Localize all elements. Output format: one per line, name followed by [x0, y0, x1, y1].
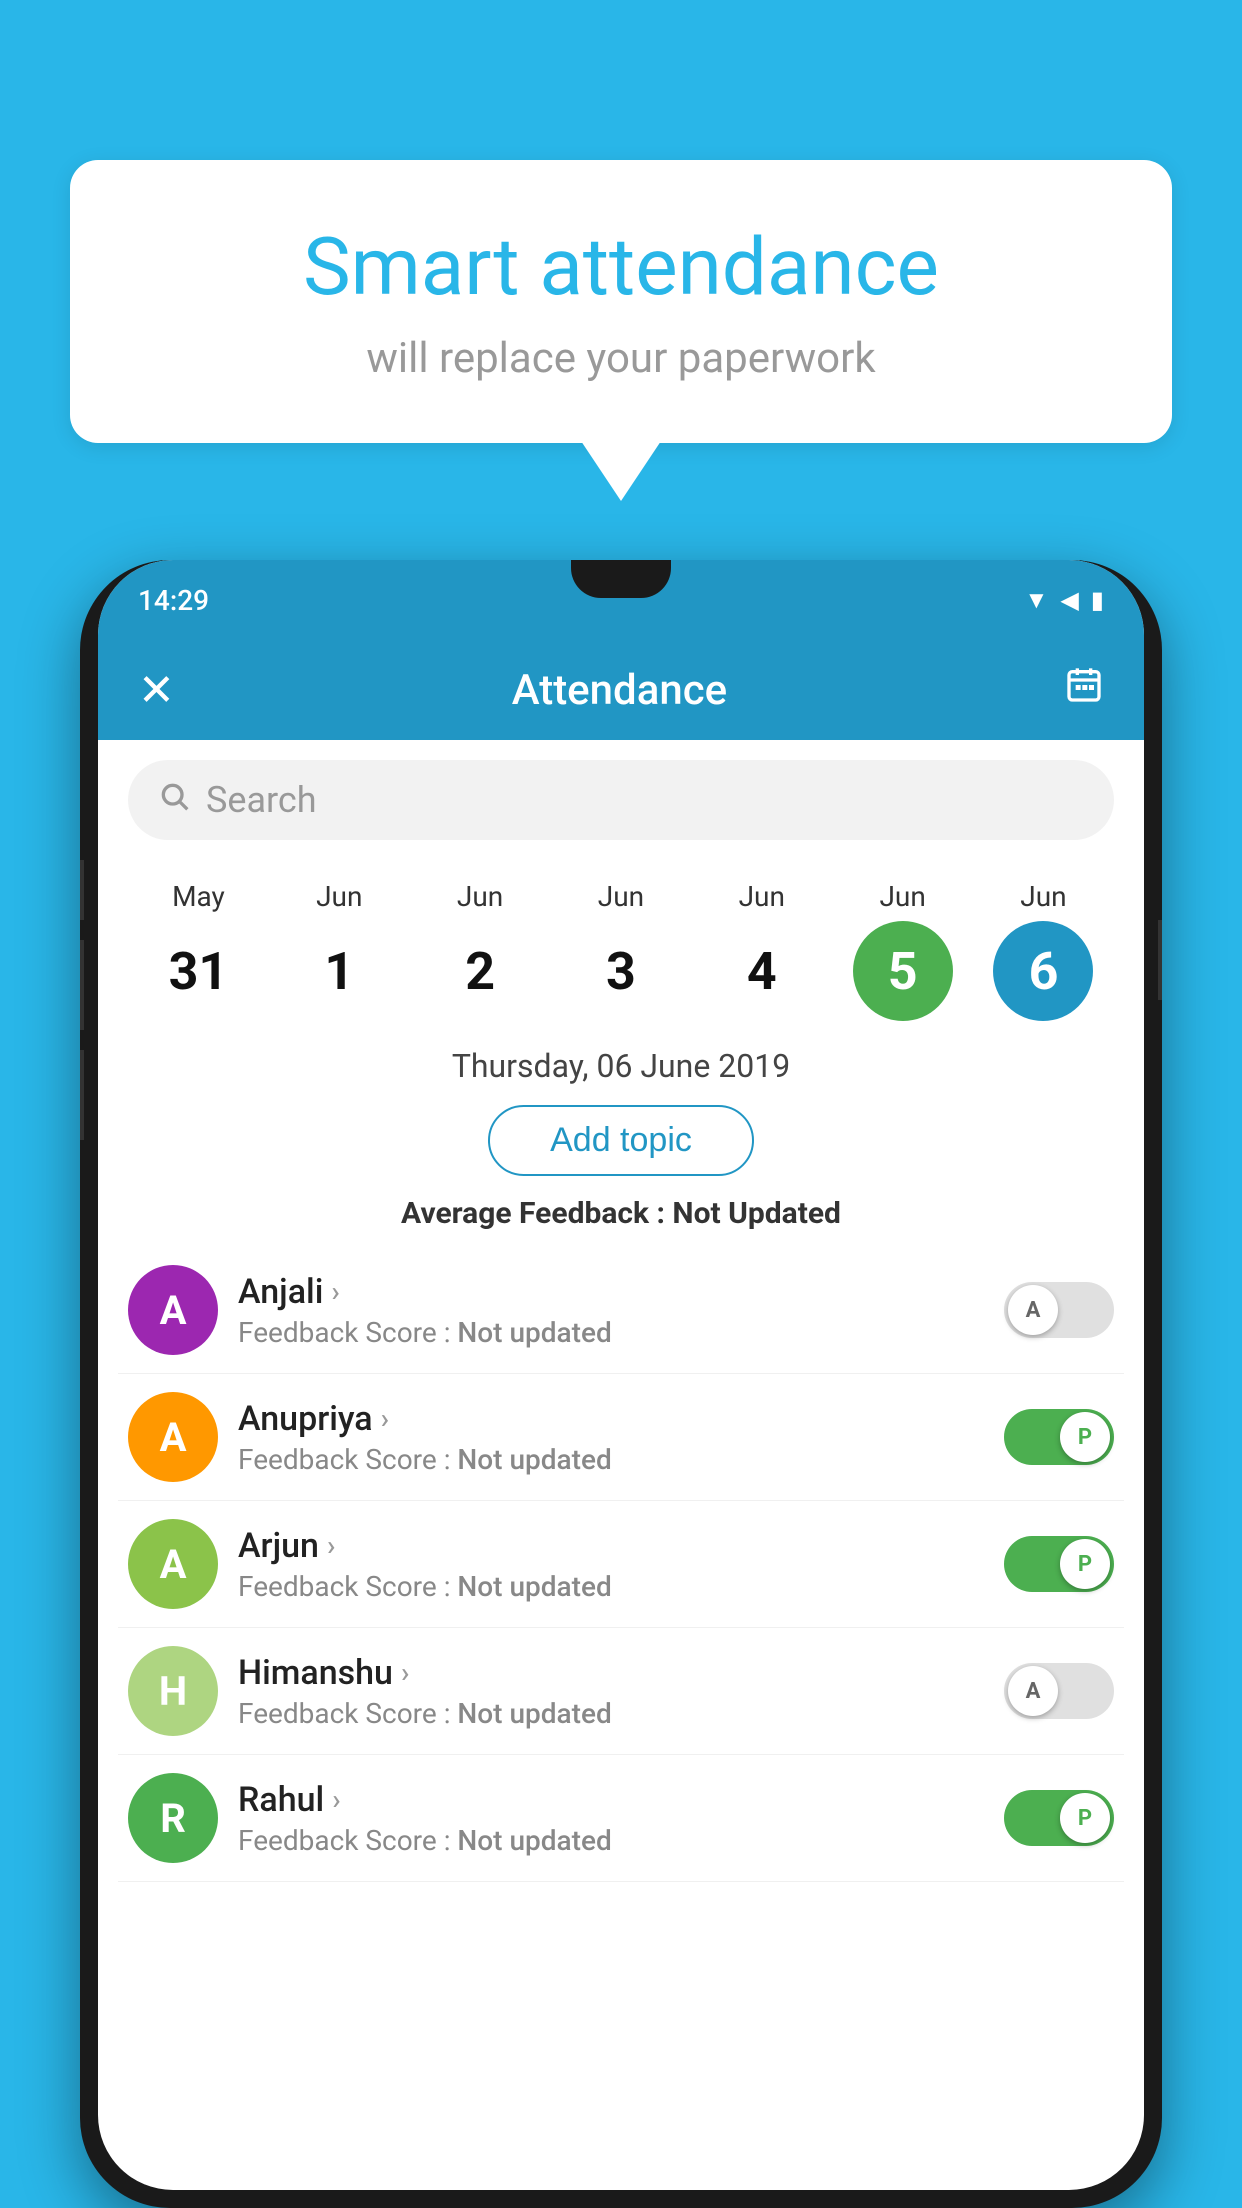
toggle-container: P	[1004, 1790, 1114, 1846]
student-feedback: Feedback Score : Not updated	[238, 1443, 984, 1476]
calendar-day-0[interactable]: May 31	[148, 880, 248, 1021]
student-feedback: Feedback Score : Not updated	[238, 1824, 984, 1857]
calendar-button[interactable]	[1064, 665, 1104, 715]
search-input-container[interactable]: Search	[128, 760, 1114, 840]
student-name: Himanshu›	[238, 1653, 984, 1693]
cal-date: 2	[430, 921, 530, 1021]
speech-bubble: Smart attendance will replace your paper…	[70, 160, 1172, 443]
calendar-day-2[interactable]: Jun 2	[430, 880, 530, 1021]
student-name: Arjun›	[238, 1526, 984, 1566]
wifi-icon: ▼	[1025, 586, 1049, 615]
student-name: Anjali›	[238, 1272, 984, 1312]
cal-date: 5	[853, 921, 953, 1021]
student-feedback: Feedback Score : Not updated	[238, 1570, 984, 1603]
add-topic-button[interactable]: Add topic	[488, 1105, 754, 1176]
cal-month: Jun	[316, 880, 362, 913]
cal-date: 6	[993, 921, 1093, 1021]
status-time: 14:29	[138, 584, 209, 617]
header-title: Attendance	[512, 666, 727, 715]
signal-icon: ◀	[1060, 586, 1078, 614]
student-avatar: R	[128, 1773, 218, 1863]
avg-feedback-value: Not Updated	[672, 1196, 841, 1231]
search-icon	[158, 780, 190, 820]
student-avatar: A	[128, 1519, 218, 1609]
calendar-day-5[interactable]: Jun 5	[853, 880, 953, 1021]
student-info: Anjali› Feedback Score : Not updated	[238, 1272, 984, 1349]
phone-side-btn-right	[1158, 920, 1162, 1000]
student-item[interactable]: R Rahul› Feedback Score : Not updated P	[118, 1755, 1124, 1882]
cal-date: 31	[148, 921, 248, 1021]
toggle-container: P	[1004, 1409, 1114, 1465]
avg-feedback: Average Feedback : Not Updated	[98, 1186, 1144, 1247]
attendance-toggle[interactable]: P	[1004, 1409, 1114, 1465]
toggle-container: A	[1004, 1282, 1114, 1338]
toggle-thumb: P	[1060, 1539, 1110, 1589]
speech-bubble-container: Smart attendance will replace your paper…	[70, 160, 1172, 501]
phone-side-btn-left2	[80, 940, 84, 1030]
student-item[interactable]: H Himanshu› Feedback Score : Not updated A	[118, 1628, 1124, 1755]
student-item[interactable]: A Anjali› Feedback Score : Not updated A	[118, 1247, 1124, 1374]
student-list: AAnjali›Feedback Score : Not updatedAAAn…	[98, 1247, 1144, 1882]
cal-month: Jun	[598, 880, 644, 913]
phone-frame: 14:29 ▼ ◀ ▮ ✕ Attendance	[80, 560, 1162, 2208]
calendar-day-3[interactable]: Jun 3	[571, 880, 671, 1021]
status-bar: 14:29 ▼ ◀ ▮	[98, 560, 1144, 640]
attendance-toggle[interactable]: P	[1004, 1536, 1114, 1592]
toggle-container: P	[1004, 1536, 1114, 1592]
speech-bubble-subtitle: will replace your paperwork	[150, 334, 1092, 383]
avg-feedback-label: Average Feedback :	[401, 1196, 672, 1231]
toggle-container: A	[1004, 1663, 1114, 1719]
student-avatar: A	[128, 1392, 218, 1482]
status-icons: ▼ ◀ ▮	[1025, 586, 1104, 615]
student-item[interactable]: A Anupriya› Feedback Score : Not updated P	[118, 1374, 1124, 1501]
app-header: ✕ Attendance	[98, 640, 1144, 740]
attendance-toggle[interactable]: A	[1004, 1282, 1114, 1338]
student-avatar: H	[128, 1646, 218, 1736]
calendar-strip: May 31 Jun 1 Jun 2 Jun 3 Jun 4 Jun 5 Jun 6	[98, 860, 1144, 1031]
cal-month: Jun	[1020, 880, 1066, 913]
selected-date-label: Thursday, 06 June 2019	[98, 1031, 1144, 1095]
calendar-day-4[interactable]: Jun 4	[712, 880, 812, 1021]
student-info: Arjun› Feedback Score : Not updated	[238, 1526, 984, 1603]
cal-month: Jun	[739, 880, 785, 913]
student-info: Himanshu› Feedback Score : Not updated	[238, 1653, 984, 1730]
cal-month: Jun	[879, 880, 925, 913]
student-item[interactable]: A Arjun› Feedback Score : Not updated P	[118, 1501, 1124, 1628]
attendance-toggle[interactable]: A	[1004, 1663, 1114, 1719]
toggle-thumb: A	[1008, 1285, 1058, 1335]
toggle-thumb: P	[1060, 1412, 1110, 1462]
student-name: Rahul›	[238, 1780, 984, 1820]
cal-date: 3	[571, 921, 671, 1021]
toggle-thumb: A	[1008, 1666, 1058, 1716]
calendar-day-6[interactable]: Jun 6	[993, 880, 1093, 1021]
speech-bubble-title: Smart attendance	[150, 220, 1092, 314]
speech-bubble-tail	[581, 441, 661, 501]
cal-month: May	[172, 880, 225, 913]
student-name: Anupriya›	[238, 1399, 984, 1439]
student-feedback: Feedback Score : Not updated	[238, 1316, 984, 1349]
student-feedback: Feedback Score : Not updated	[238, 1697, 984, 1730]
phone-side-btn-left3	[80, 1050, 84, 1140]
search-input-placeholder: Search	[206, 779, 317, 821]
cal-month: Jun	[457, 880, 503, 913]
toggle-thumb: P	[1060, 1793, 1110, 1843]
cal-date: 1	[289, 921, 389, 1021]
student-info: Rahul› Feedback Score : Not updated	[238, 1780, 984, 1857]
phone-notch	[571, 560, 671, 598]
cal-date: 4	[712, 921, 812, 1021]
student-info: Anupriya› Feedback Score : Not updated	[238, 1399, 984, 1476]
phone-screen: 14:29 ▼ ◀ ▮ ✕ Attendance	[98, 560, 1144, 2190]
battery-icon: ▮	[1091, 586, 1104, 614]
student-avatar: A	[128, 1265, 218, 1355]
search-bar: Search	[98, 740, 1144, 860]
app-content: Search May 31 Jun 1 Jun 2 Jun 3 Jun 4 Jun 5 Jun 6 Thu…	[98, 740, 1144, 1882]
calendar-day-1[interactable]: Jun 1	[289, 880, 389, 1021]
attendance-toggle[interactable]: P	[1004, 1790, 1114, 1846]
close-button[interactable]: ✕	[138, 664, 175, 716]
phone-side-btn-left1	[80, 860, 84, 920]
